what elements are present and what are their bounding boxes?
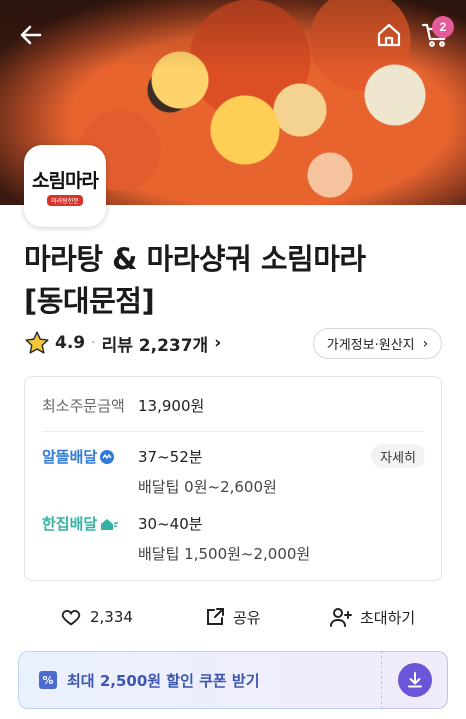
action-row: 2,334 공유 초대하기 (0, 600, 466, 634)
delivery-option-name-text: 알뜰배달 (42, 448, 98, 466)
share-icon (207, 608, 224, 625)
share-label: 공유 (233, 608, 261, 627)
store-title: 마라탕 & 마라샹궈 소림마라 [동대문점] (24, 238, 444, 322)
home-icon (377, 23, 401, 47)
min-order-label: 최소주문금액 (42, 397, 125, 415)
min-order-row: 최소주문금액 13,900원 (42, 395, 204, 416)
single-delivery-house-icon (101, 518, 119, 530)
delivery-time: 37~52분 (138, 448, 203, 466)
store-title-line1: 마라탕 & 마라샹궈 소림마라 (24, 242, 366, 276)
delivery-tip: 배달팁 0원~2,600원 (138, 478, 277, 496)
delivery-tip: 배달팁 1,500원~2,000원 (138, 545, 311, 563)
back-button[interactable] (14, 18, 48, 52)
delivery-detail-button[interactable]: 자세히 (371, 444, 425, 468)
rating-score: 4.9 (55, 333, 86, 353)
invite-label: 초대하기 (360, 608, 416, 627)
heart-icon (61, 610, 81, 626)
store-info-button[interactable]: 가게정보·원산지 › (313, 328, 442, 359)
invite-button[interactable]: 초대하기 (330, 600, 415, 634)
add-user-icon (330, 608, 352, 627)
home-button[interactable] (372, 18, 406, 52)
coupon-button[interactable]: % 최대 2,500원 할인 쿠폰 받기 (18, 651, 382, 709)
download-icon (397, 663, 432, 697)
delivery-option-name-text: 한집배달 (42, 515, 98, 533)
store-logo-text: 소림마라 (32, 170, 99, 192)
like-button[interactable]: 2,334 (60, 600, 133, 634)
store-logo-subtext: 마라탕전문 (47, 195, 83, 206)
separator-dot: · (91, 335, 96, 351)
divider (42, 431, 424, 432)
saver-delivery-icon (100, 449, 115, 464)
store-title-line2: [동대문점] (24, 284, 155, 318)
delivery-option-name: 알뜰배달 (42, 446, 115, 467)
share-button[interactable]: 공유 (205, 600, 261, 634)
store-logo: 소림마라 마라탕전문 (24, 145, 106, 227)
review-count: 리뷰 2,237개 (101, 335, 209, 356)
delivery-option-name: 한집배달 (42, 513, 119, 534)
arrow-left-icon (20, 25, 42, 45)
star-icon (25, 331, 49, 354)
chevron-right-icon: › (422, 335, 429, 352)
cart-count-badge: 2 (432, 16, 454, 38)
rating-review-link[interactable]: 4.9 · 리뷰 2,237개 › (24, 329, 221, 357)
min-order-value: 13,900원 (138, 397, 205, 415)
store-info-label: 가게정보·원산지 (326, 338, 415, 353)
coupon-label: 최대 2,500원 할인 쿠폰 받기 (67, 671, 260, 690)
delivery-option-saver: 알뜰배달 37~52분 배달팁 0원~2,600원 (42, 446, 277, 496)
delivery-info-card: 최소주문금액 13,900원 알뜰배달 37~52분 배달팁 0원~2,600원… (24, 376, 442, 581)
coupon-tag-icon: % (39, 671, 57, 689)
delivery-time: 30~40분 (138, 515, 203, 533)
coupon-download-button[interactable] (381, 651, 448, 709)
like-count: 2,334 (90, 608, 133, 626)
delivery-option-single: 한집배달 30~40분 배달팁 1,500원~2,000원 (42, 513, 310, 563)
chevron-right-icon: › (214, 333, 222, 353)
